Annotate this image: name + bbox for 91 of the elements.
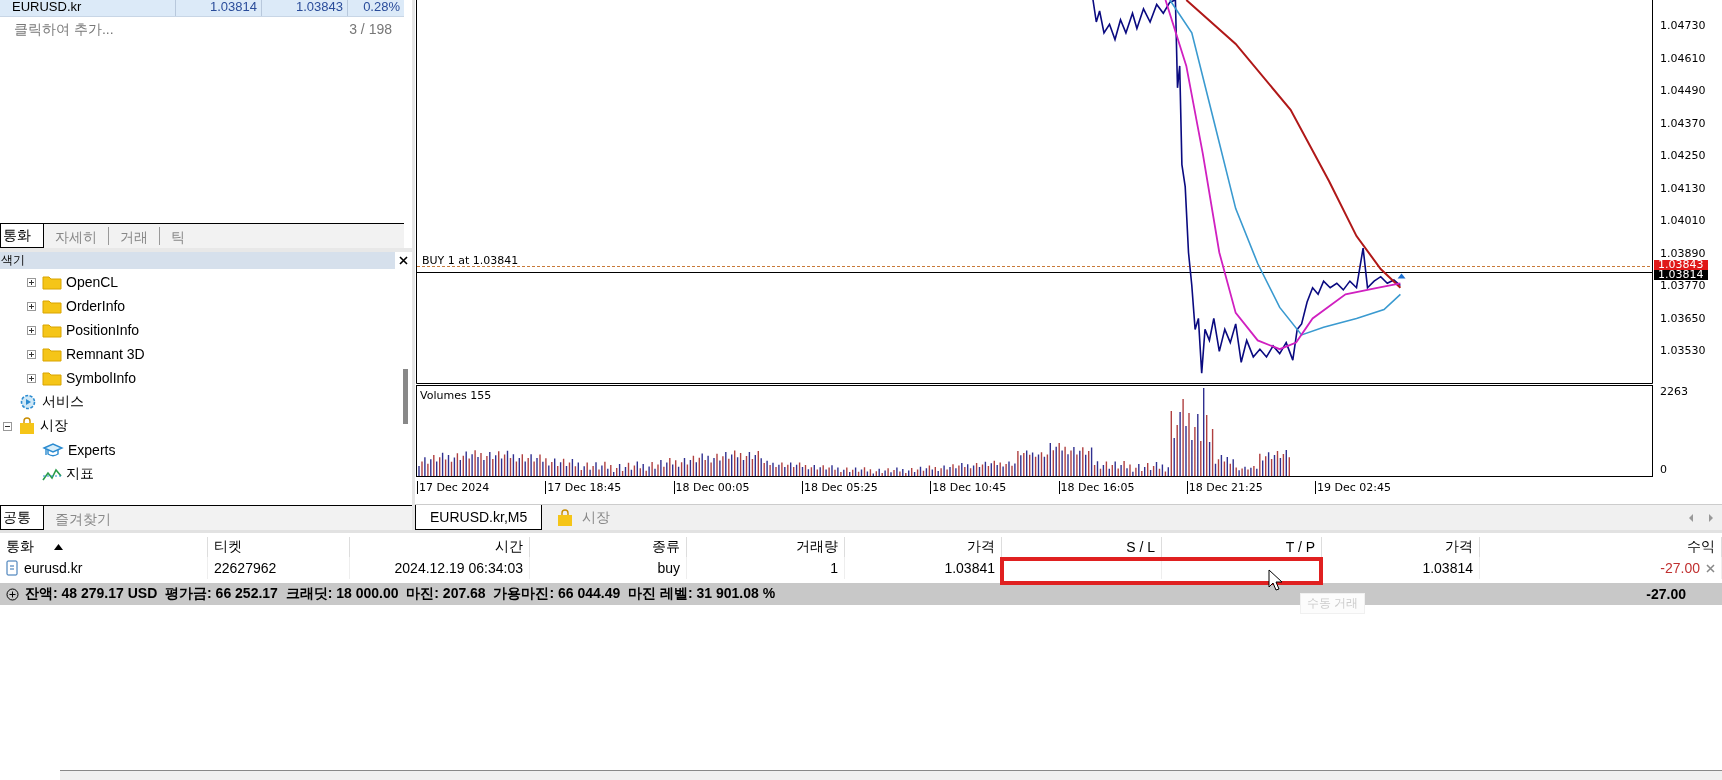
price-axis-label: 1.03770 (1659, 280, 1706, 292)
expand-icon[interactable] (26, 349, 36, 359)
table-cell: buy (530, 557, 687, 579)
table-cell: -27.00 (1480, 557, 1722, 579)
expand-icon (6, 587, 19, 601)
column-header[interactable]: 거래량 (687, 537, 845, 557)
volume-axis-label: 2263 (1659, 386, 1688, 398)
line-chart-icon (42, 466, 62, 482)
gear-icon (18, 393, 38, 411)
account-summary: 잔액: 48 279.17 USD 평가금: 66 252.17 크래딧: 18 000.00 마진: 207.68 가용마진: 66 044.49 마진 레벨: 31 901.08 % (25, 585, 777, 603)
tree-item[interactable]: Remnant 3D (66, 346, 145, 362)
close-icon[interactable] (1706, 563, 1715, 573)
time-axis-label: 18 Dec 10:45 (930, 481, 1007, 494)
table-cell: eurusd.kr (0, 557, 208, 579)
shopping-bag-icon (556, 508, 575, 527)
chart-tab[interactable]: EURUSD.kr,M5 (415, 505, 543, 530)
shopping-bag-icon (18, 417, 36, 435)
left-arrow-icon (1688, 513, 1694, 522)
tree-item[interactable]: OrderInfo (66, 298, 126, 314)
bid-price-tag: 1.03814 (1654, 269, 1708, 280)
ask-price: 1.03843 (262, 0, 348, 16)
column-header[interactable]: 티켓 (208, 537, 350, 557)
graduation-cap-icon (42, 442, 64, 458)
tree-item[interactable]: SymbolInfo (66, 370, 137, 386)
time-axis-label: 17 Dec 18:45 (545, 481, 622, 494)
price-axis-label: 1.03650 (1659, 312, 1706, 325)
folder-icon (42, 274, 62, 290)
tree-item[interactable]: Experts (68, 442, 116, 458)
table-cell: 1 (687, 557, 845, 579)
price-axis-label: 1.04250 (1659, 150, 1706, 162)
ask-price-tag: 1.03843 (1654, 259, 1708, 270)
time-axis-label: 17 Dec 2024 (417, 481, 490, 494)
order-label: BUY 1 at 1.03841 (422, 254, 519, 267)
tree-item[interactable]: 서비스 (42, 393, 84, 411)
folder-icon (42, 298, 62, 314)
time-axis-label: 19 Dec 02:45 (1315, 481, 1392, 494)
add-symbol-link[interactable]: 클릭하여 추가... (14, 21, 114, 39)
price-axis-label: 1.04610 (1659, 52, 1706, 65)
time-axis-label: 18 Dec 00:05 (673, 481, 750, 494)
column-header[interactable]: T / P (1162, 537, 1322, 557)
scrollbar-thumb[interactable] (402, 369, 408, 424)
right-arrow-icon (1708, 513, 1714, 522)
tree-item[interactable]: PositionInfo (66, 322, 140, 338)
folder-icon (42, 370, 62, 386)
price-axis-label: 1.04490 (1659, 85, 1706, 97)
volume-axis-label: 0 (1659, 464, 1667, 476)
tab[interactable]: 통화 (0, 224, 44, 248)
price-axis-label: 1.04130 (1659, 182, 1706, 195)
table-cell: 22627962 (208, 557, 350, 579)
column-header[interactable]: 수익 (1480, 537, 1722, 557)
column-header[interactable]: 시간 (350, 537, 530, 557)
time-axis-label: 18 Dec 21:25 (1186, 481, 1263, 494)
close-button[interactable] (395, 252, 412, 269)
price-axis-label: 1.04370 (1659, 117, 1706, 130)
price-axis-label: 1.03890 (1659, 247, 1706, 260)
collapse-icon[interactable] (2, 421, 12, 431)
daily-change: 0.28% (362, 0, 401, 16)
time-axis-label: 18 Dec 16:05 (1058, 481, 1135, 494)
price-axis-label: 1.04730 (1659, 20, 1706, 32)
folder-icon (42, 346, 62, 362)
tab[interactable]: 공통 (0, 506, 44, 530)
column-header[interactable]: 가격 (845, 537, 1002, 557)
panel-title: 색기 (0, 252, 25, 269)
table-cell: 1.03814 (1322, 557, 1480, 579)
tree-item[interactable]: 지표 (66, 465, 94, 483)
expand-icon[interactable] (26, 325, 36, 335)
document-icon (6, 560, 18, 576)
column-header[interactable]: 종류 (530, 537, 687, 557)
total-profit: -27.00 (1646, 586, 1687, 602)
price-axis-label: 1.04010 (1659, 215, 1706, 227)
close-icon (399, 256, 408, 265)
column-header[interactable]: 가격 (1322, 537, 1480, 557)
mouse-cursor-icon (1268, 569, 1282, 591)
price-axis-label: 1.03530 (1659, 345, 1706, 357)
tree-item[interactable]: 시장 (40, 417, 68, 435)
bid-price: 1.03814 (176, 0, 262, 16)
expand-icon[interactable] (26, 301, 36, 311)
time-axis-label: 18 Dec 05:25 (801, 481, 878, 494)
folder-icon (42, 322, 62, 338)
tree-item[interactable]: OpenCL (66, 274, 119, 290)
column-header[interactable]: S / L (1002, 537, 1162, 557)
table-cell: 2024.12.19 06:34:03 (350, 557, 530, 579)
symbol-row[interactable]: EURUSD.kr 1.03814 1.03843 0.28% (0, 0, 404, 17)
symbol-name: EURUSD.kr (0, 0, 176, 16)
symbol-count: 3 / 198 (349, 21, 392, 39)
expand-icon[interactable] (26, 373, 36, 383)
table-cell: 1.03841 (845, 557, 1002, 579)
indicator-label: Volumes 155 (420, 389, 492, 402)
arrow-icon (1397, 273, 1406, 279)
column-header[interactable]: 통화 (0, 537, 208, 557)
expand-icon[interactable] (26, 277, 36, 287)
